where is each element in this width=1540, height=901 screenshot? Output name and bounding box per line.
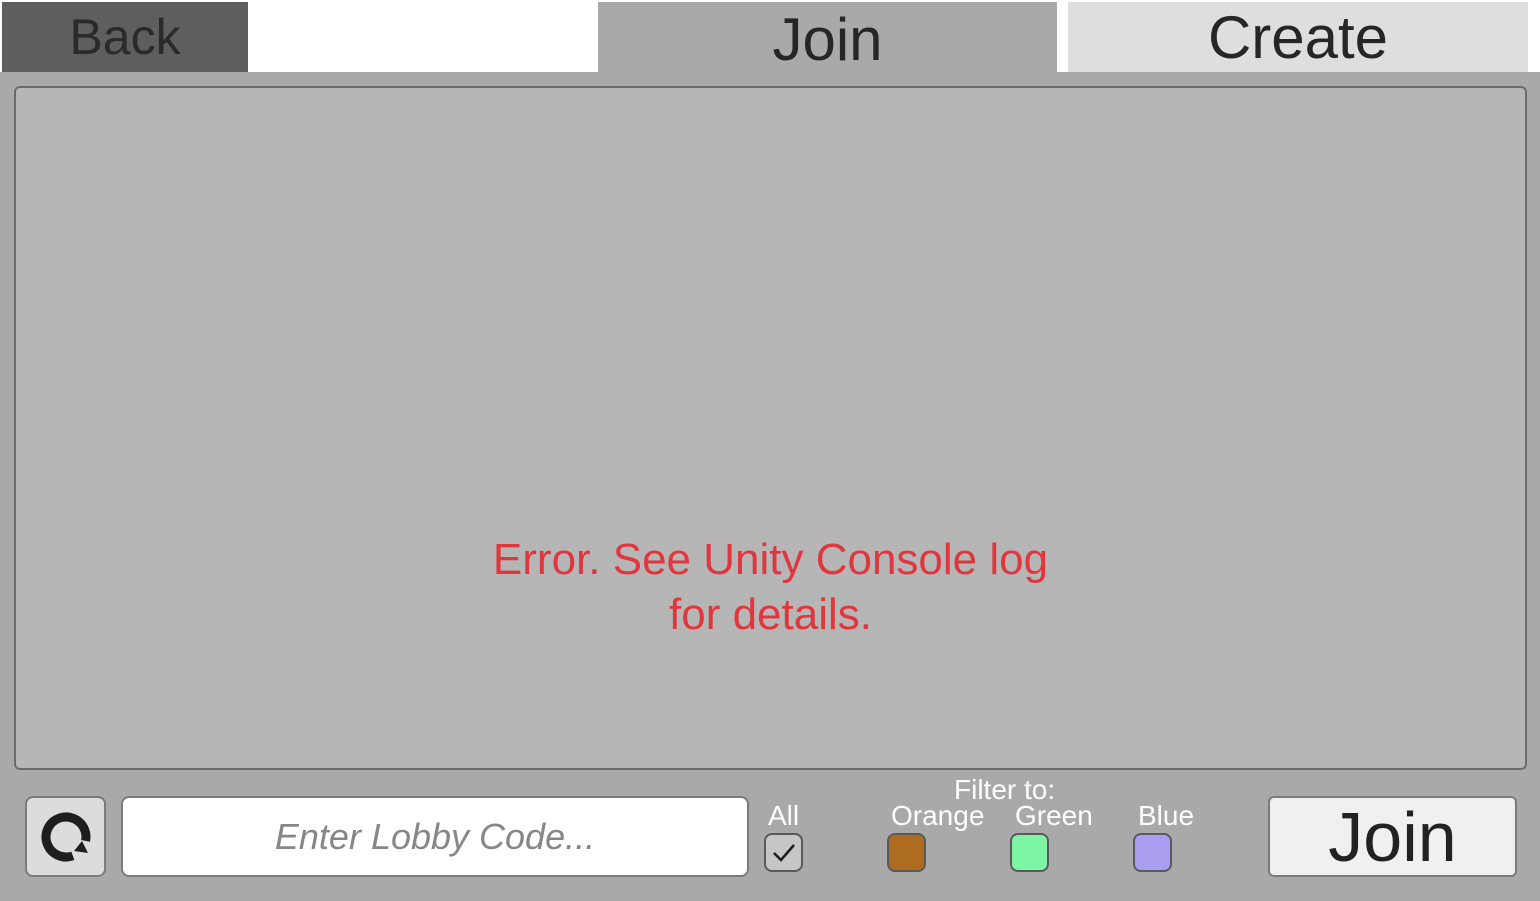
error-message-line2: for details. bbox=[669, 590, 872, 639]
tab-join[interactable]: Join bbox=[598, 2, 1057, 76]
join-button[interactable]: Join bbox=[1268, 796, 1517, 877]
filter-all-checkbox[interactable] bbox=[764, 833, 803, 872]
lobby-list[interactable] bbox=[14, 86, 1527, 770]
filter-green-label: Green bbox=[1015, 800, 1093, 831]
error-message: Error. See Unity Console log for details… bbox=[14, 532, 1527, 642]
error-message-line1: Error. See Unity Console log bbox=[492, 535, 1049, 584]
filter-blue-label: Blue bbox=[1138, 800, 1195, 831]
join-button-label: Join bbox=[1328, 797, 1457, 876]
filter-blue-toggle[interactable] bbox=[1133, 833, 1172, 872]
filter-orange-label: Orange bbox=[891, 800, 985, 831]
tab-create-label: Create bbox=[1207, 3, 1389, 71]
tab-join-label: Join bbox=[772, 5, 883, 73]
filter-green-toggle[interactable] bbox=[1010, 833, 1049, 872]
filter-all-label: All bbox=[768, 800, 800, 831]
lobby-code-input[interactable] bbox=[121, 796, 749, 877]
filter-orange-toggle[interactable] bbox=[887, 833, 926, 872]
back-button-label: Back bbox=[69, 9, 181, 65]
back-button[interactable]: Back bbox=[2, 2, 248, 72]
tab-create[interactable]: Create bbox=[1068, 2, 1528, 72]
checkmark-icon bbox=[772, 843, 795, 862]
refresh-icon bbox=[41, 812, 90, 861]
refresh-button[interactable] bbox=[25, 796, 106, 877]
